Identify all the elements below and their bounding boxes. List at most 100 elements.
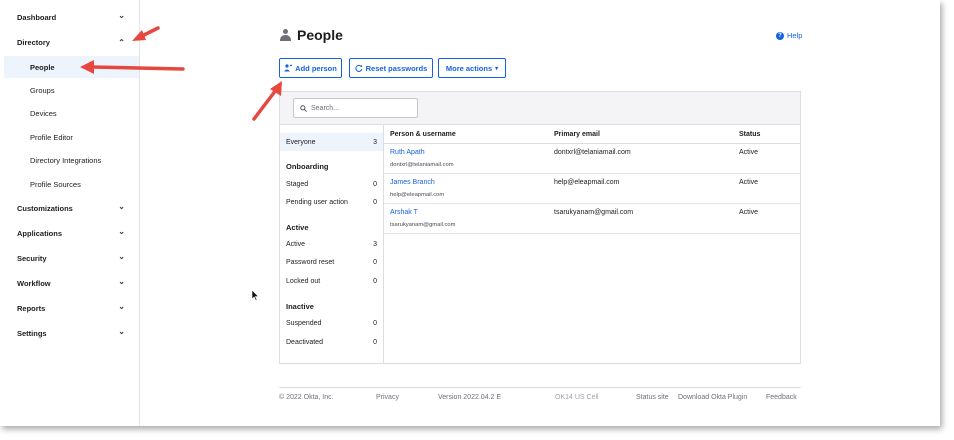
question-circle-icon: ? xyxy=(776,31,784,40)
filter-everyone[interactable]: Everyone 3 xyxy=(280,133,383,151)
reset-passwords-label: Reset passwords xyxy=(365,63,428,73)
reset-passwords-button[interactable]: Reset passwords xyxy=(349,58,433,78)
person-username: help@eleapmail.com xyxy=(390,192,445,198)
sidebar: Dashboard ⌄ Directory ⌃ People Groups De… xyxy=(0,0,140,426)
sidebar-item-label: Security xyxy=(17,253,47,263)
filter-label: Staged xyxy=(286,180,309,188)
person-name-link[interactable]: James Branch xyxy=(390,179,435,186)
filter-count: 0 xyxy=(373,338,377,346)
footer-download-plugin-link[interactable]: Download Okta Plugin xyxy=(678,394,747,401)
sidebar-item-label: Directory Integrations xyxy=(30,155,102,165)
sidebar-item-profile-editor[interactable]: Profile Editor xyxy=(0,126,139,148)
filter-label: Pending user action xyxy=(286,198,348,206)
column-header-email[interactable]: Primary email xyxy=(554,125,600,143)
filter-staged[interactable]: Staged 0 xyxy=(280,175,383,193)
status-filters: Everyone 3 Onboarding Staged 0 Pending u… xyxy=(280,125,384,363)
people-panel: Search... Everyone 3 Onboarding Staged 0… xyxy=(279,91,801,364)
filter-suspended[interactable]: Suspended 0 xyxy=(280,314,383,332)
add-person-label: Add person xyxy=(295,63,337,73)
filter-label: Everyone xyxy=(286,138,316,146)
page-title: People xyxy=(297,27,343,43)
sidebar-item-label: Devices xyxy=(30,108,57,118)
chevron-down-icon: ⌄ xyxy=(118,302,125,311)
add-person-icon xyxy=(284,64,293,72)
filter-count: 0 xyxy=(373,319,377,327)
filter-locked-out[interactable]: Locked out 0 xyxy=(280,272,383,290)
chevron-down-icon: ⌄ xyxy=(118,202,125,211)
filter-label: Suspended xyxy=(286,319,322,327)
table-row: Arshak T tsarukyanam@gmail.com tsarukyan… xyxy=(384,204,800,234)
status-text: Active xyxy=(739,149,759,156)
page-header: People xyxy=(280,27,343,43)
person-icon xyxy=(280,28,291,42)
primary-email: help@eleapmail.com xyxy=(554,179,620,186)
filter-group-inactive: Inactive xyxy=(286,302,314,311)
chevron-down-icon: ⌄ xyxy=(118,227,125,236)
sidebar-item-label: Workflow xyxy=(17,278,51,288)
footer-cell: OK14 US Cell xyxy=(555,394,599,401)
sidebar-item-directory-integrations[interactable]: Directory Integrations xyxy=(0,149,139,171)
filter-label: Password reset xyxy=(286,258,335,266)
sidebar-item-dashboard[interactable]: Dashboard ⌄ xyxy=(0,6,139,28)
primary-email: dontxrl@telaniamail.com xyxy=(554,149,631,156)
filter-active[interactable]: Active 3 xyxy=(280,235,383,253)
sidebar-item-devices[interactable]: Devices xyxy=(0,102,139,124)
sidebar-item-label: People xyxy=(30,62,55,72)
panel-toolbar: Search... xyxy=(280,92,800,125)
filter-count: 0 xyxy=(373,180,377,188)
filter-pending-user-action[interactable]: Pending user action 0 xyxy=(280,193,383,211)
filter-count: 0 xyxy=(373,198,377,206)
chevron-down-icon: ⌄ xyxy=(118,252,125,261)
sidebar-item-workflow[interactable]: Workflow ⌄ xyxy=(0,272,139,294)
sidebar-item-settings[interactable]: Settings ⌄ xyxy=(0,322,139,344)
sidebar-item-customizations[interactable]: Customizations ⌄ xyxy=(0,197,139,219)
search-icon xyxy=(300,104,307,112)
filter-deactivated[interactable]: Deactivated 0 xyxy=(280,333,383,351)
caret-down-icon: ▾ xyxy=(495,65,499,72)
person-name-link[interactable]: Arshak T xyxy=(390,209,418,216)
mouse-cursor-icon xyxy=(252,290,260,301)
sidebar-item-people[interactable]: People xyxy=(4,56,139,78)
sidebar-item-security[interactable]: Security ⌄ xyxy=(0,247,139,269)
column-header-status[interactable]: Status xyxy=(739,125,760,143)
sidebar-item-profile-sources[interactable]: Profile Sources xyxy=(0,173,139,195)
refresh-icon xyxy=(355,64,362,72)
more-actions-label: More actions xyxy=(445,63,493,73)
footer-status-site-link[interactable]: Status site xyxy=(636,394,669,401)
footer-divider xyxy=(279,387,801,388)
help-label: Help xyxy=(787,31,803,40)
search-input[interactable]: Search... xyxy=(293,98,418,118)
filter-count: 3 xyxy=(373,240,377,248)
filter-label: Locked out xyxy=(286,277,321,285)
chevron-up-icon: ⌃ xyxy=(118,38,125,47)
sidebar-item-applications[interactable]: Applications ⌄ xyxy=(0,222,139,244)
footer-privacy-link[interactable]: Privacy xyxy=(376,394,399,401)
filter-count: 0 xyxy=(373,277,377,285)
table-row: Ruth Apath dontxrl@telaniamail.com dontx… xyxy=(384,144,800,174)
filter-password-reset[interactable]: Password reset 0 xyxy=(280,253,383,271)
sidebar-item-label: Profile Editor xyxy=(30,132,73,142)
help-link[interactable]: ? Help xyxy=(776,31,802,40)
add-person-button[interactable]: Add person xyxy=(279,58,342,78)
footer-version: Version 2022.04.2 E xyxy=(438,394,502,401)
sidebar-item-label: Groups xyxy=(30,85,55,95)
person-name-link[interactable]: Ruth Apath xyxy=(390,149,425,156)
person-username: dontxrl@telaniamail.com xyxy=(390,162,454,168)
primary-email: tsarukyanam@gmail.com xyxy=(554,209,634,216)
status-text: Active xyxy=(739,209,759,216)
app-window: Dashboard ⌄ Directory ⌃ People Groups De… xyxy=(0,0,940,426)
column-header-person[interactable]: Person & username xyxy=(390,125,456,143)
sidebar-item-label: Reports xyxy=(17,303,46,313)
sidebar-item-label: Customizations xyxy=(17,203,73,213)
filter-count: 0 xyxy=(373,258,377,266)
status-text: Active xyxy=(739,179,759,186)
search-placeholder: Search... xyxy=(311,104,340,112)
filter-count: 3 xyxy=(373,138,377,146)
filter-label: Active xyxy=(286,240,306,248)
sidebar-item-directory[interactable]: Directory ⌃ xyxy=(0,31,139,53)
footer-feedback-link[interactable]: Feedback xyxy=(766,394,797,401)
table-row: James Branch help@eleapmail.com help@ele… xyxy=(384,174,800,204)
sidebar-item-groups[interactable]: Groups xyxy=(0,79,139,101)
sidebar-item-reports[interactable]: Reports ⌄ xyxy=(0,297,139,319)
more-actions-dropdown[interactable]: More actions ▾ xyxy=(438,58,506,78)
